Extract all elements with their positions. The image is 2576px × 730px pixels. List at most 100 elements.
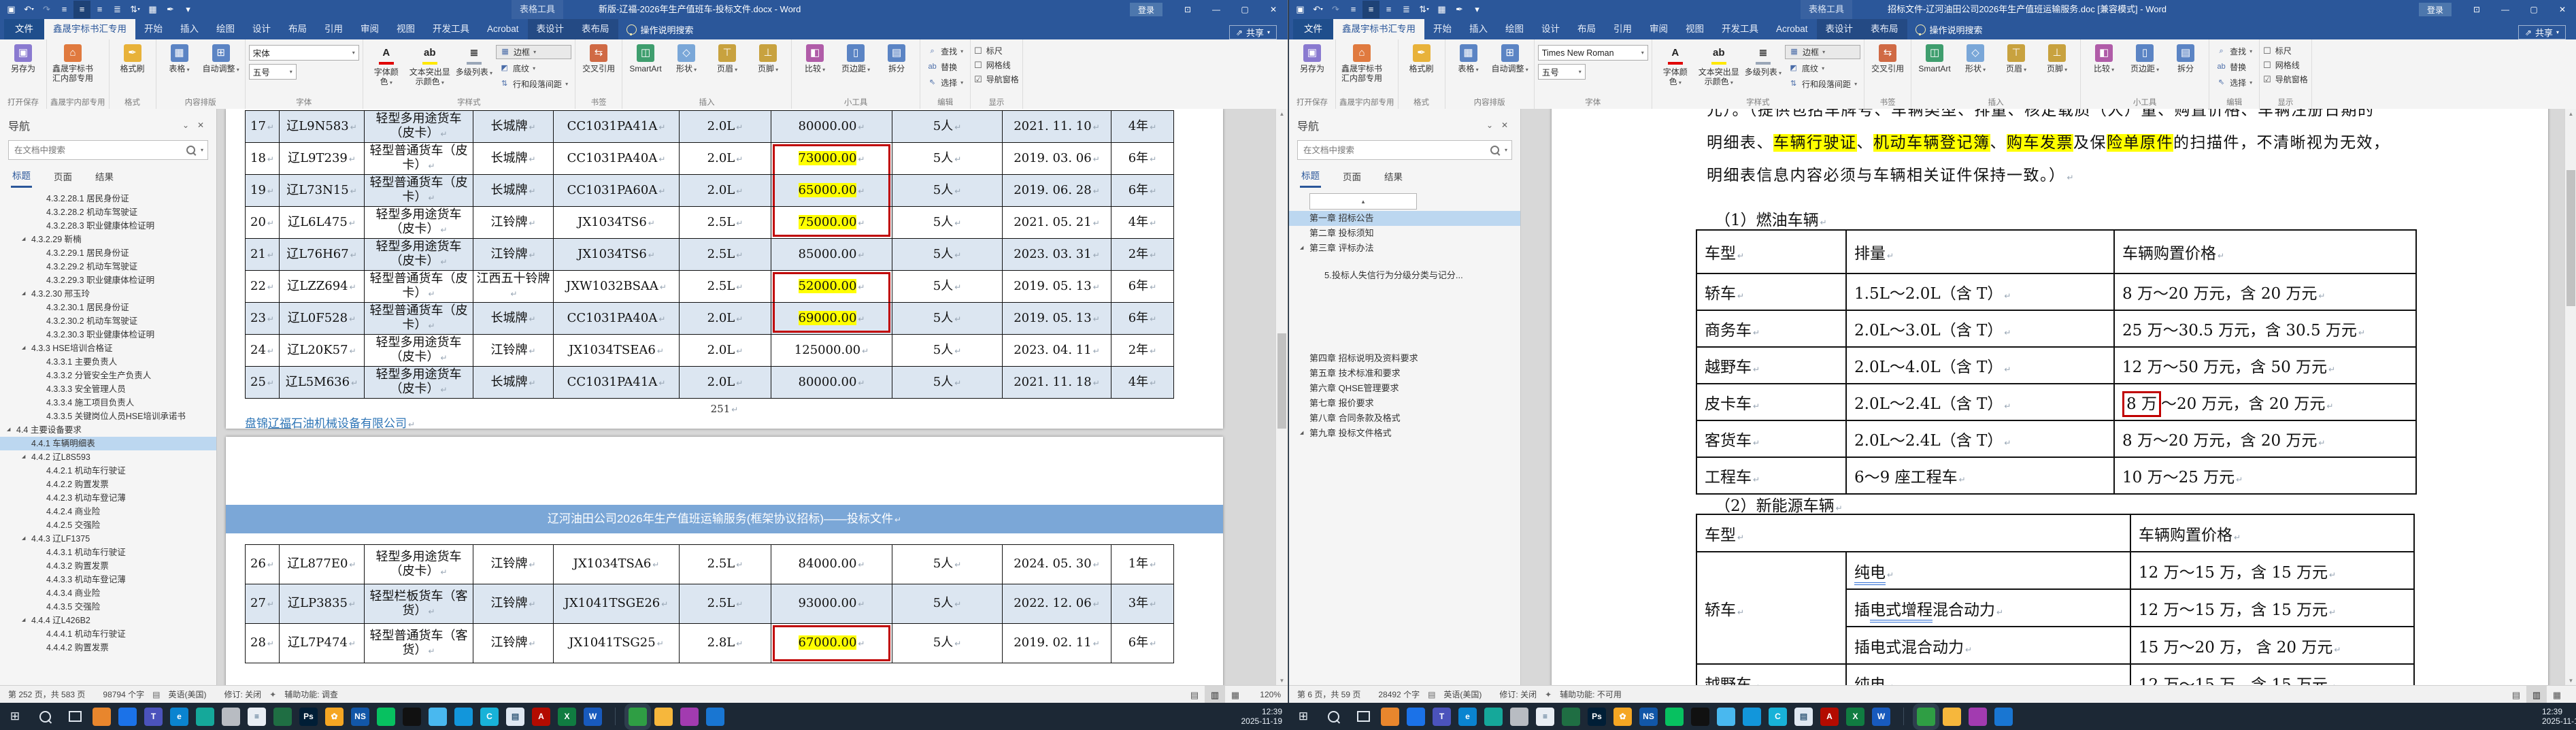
wechat-icon[interactable] <box>377 707 395 726</box>
ribbon-tab-insert[interactable]: 插入 <box>171 19 207 39</box>
app-blue-tile-icon[interactable] <box>1994 707 2013 726</box>
notepad-icon[interactable]: ≡ <box>248 707 266 726</box>
expand-triangle-icon[interactable]: ◢ <box>7 423 16 437</box>
app-orange-icon[interactable] <box>1381 707 1399 726</box>
nav-heading-item[interactable]: 4.4.2.2 购置发票 <box>0 478 216 491</box>
minimize-button[interactable]: — <box>2491 0 2520 19</box>
print-layout-button[interactable]: ▥ <box>1205 686 1225 703</box>
app-ns-icon[interactable]: NS <box>351 707 369 726</box>
expand-triangle-icon[interactable]: ◢ <box>22 450 31 464</box>
expand-triangle-icon[interactable]: ◢ <box>1300 241 1309 256</box>
vertical-scrollbar[interactable]: ▲ ▼ <box>2564 109 2576 686</box>
ribbon-split-button[interactable]: ▤ 拆分 <box>2166 41 2205 73</box>
language-indicator[interactable]: 英语(美国) <box>168 688 206 700</box>
ribbon-tab-developer[interactable]: 开发工具 <box>1713 19 1767 39</box>
nav-heading-item[interactable]: 4.4.4.1 机动车行驶证 <box>0 627 216 641</box>
qat-qat-more[interactable]: ▾ <box>1469 1 1486 18</box>
ribbon-tab-references[interactable]: 引用 <box>1605 19 1641 39</box>
qq-penguin-icon[interactable] <box>1691 707 1709 726</box>
qat-line-spacing[interactable]: ⇅▾ <box>1416 1 1433 18</box>
ribbon-xsy-internal-button[interactable]: ⌂ 鑫晟宇标书 汇内部专用 <box>50 41 95 83</box>
teams-icon[interactable]: T <box>144 707 163 726</box>
expand-triangle-icon[interactable]: ◢ <box>22 532 31 546</box>
qat-redo[interactable]: ↷ <box>38 1 55 18</box>
ribbon-line-paragraph-spacing-button[interactable]: ⇅ 行和段落间距 ▾ <box>496 78 571 90</box>
nav-heading-item[interactable]: 第四章 招标说明及资料要求 <box>1289 351 1520 366</box>
qq-chat-icon[interactable] <box>454 707 473 726</box>
ribbon-tab-draw[interactable]: 绘图 <box>1496 19 1533 39</box>
nav-heading-item[interactable]: 4.3.2.29.2 机动车驾驶证 <box>0 260 216 273</box>
edge-icon[interactable]: e <box>1458 707 1477 726</box>
nav-heading-item[interactable]: ◢ 4.3.3 HSE培训合格证 <box>0 342 216 355</box>
search-icon[interactable] <box>186 146 195 154</box>
ribbon-find-button[interactable]: ⌕ 查找 ▾ <box>2213 45 2256 58</box>
ribbon-tab-insert[interactable]: 插入 <box>1460 19 1496 39</box>
search-input[interactable] <box>13 144 186 156</box>
scroll-down-arrow[interactable]: ▼ <box>1276 676 1288 686</box>
task-view-button[interactable] <box>1348 703 1378 730</box>
ribbon-replace-button[interactable]: ab 替换 <box>924 61 967 73</box>
ribbon-line-paragraph-spacing-button[interactable]: ⇅ 行和段落间距 ▾ <box>1785 78 1860 90</box>
nav-heading-item[interactable]: 4.3.3.1 主要负责人 <box>0 355 216 369</box>
nav-heading-item[interactable]: 4.4.2.1 机动车行驶证 <box>0 464 216 478</box>
ribbon-autofit-button[interactable]: ⊞ 自动调整 ▾ <box>201 41 241 75</box>
ribbon-ruler-checkbox[interactable]: ☐ 标尺 <box>2263 45 2308 56</box>
winrar-icon[interactable] <box>680 707 699 726</box>
minimize-button[interactable]: — <box>1202 0 1231 19</box>
font-size-combobox[interactable]: 五号 ▾ <box>1537 64 1586 80</box>
qq-penguin-icon[interactable] <box>403 707 421 726</box>
nav-heading-item[interactable]: ◢ 4.4.3 辽LF1375 <box>0 532 216 546</box>
nav-heading-item[interactable]: 4.4.2.3 机动车登记薄 <box>0 491 216 505</box>
ribbon-table-button[interactable]: ▦ 表格 ▾ <box>1449 41 1488 75</box>
nav-tab-pages[interactable]: 页面 <box>52 168 73 188</box>
zoom-level[interactable]: 120% <box>2567 690 2576 699</box>
ribbon-tab-file[interactable]: 文件 <box>1293 19 1333 39</box>
evernote-icon[interactable] <box>1562 707 1580 726</box>
nav-heading-item[interactable]: 4.3.2.30.2 机动车驾驶证 <box>0 314 216 328</box>
ribbon-margins-button[interactable]: ▯ 页边距 ▾ <box>836 41 875 75</box>
ribbon-tab-view[interactable]: 视图 <box>1677 19 1713 39</box>
ribbon-smartart-button[interactable]: ◫ SmartArt <box>626 41 665 73</box>
docs-icon[interactable]: ▤ <box>506 707 524 726</box>
ribbon-gridlines-checkbox[interactable]: ☐ 网格线 <box>974 59 1019 71</box>
ribbon-display-options-button[interactable]: ⊡ <box>2462 0 2491 19</box>
restore-button[interactable]: ▢ <box>1231 0 1259 19</box>
photoshop-icon[interactable]: Ps <box>1588 707 1606 726</box>
start-button[interactable]: ⊞ <box>1288 703 1318 730</box>
ribbon-smartart-button[interactable]: ◫ SmartArt <box>1915 41 1954 73</box>
excel-icon[interactable]: X <box>558 707 576 726</box>
ribbon-compare-button[interactable]: ◧ 比较 ▾ <box>2084 41 2124 75</box>
ribbon-page-header-button[interactable]: ⊤ 页眉 ▾ <box>707 41 747 75</box>
quark-icon[interactable]: C <box>1769 707 1787 726</box>
font-name-combobox[interactable]: 宋体 ▾ <box>248 45 359 61</box>
nav-heading-item[interactable]: 4.4.3.1 机动车行驶证 <box>0 546 216 559</box>
app-blue-tile-icon[interactable] <box>706 707 724 726</box>
web-layout-button[interactable]: ▦ <box>1225 686 1245 703</box>
task-view-button[interactable] <box>60 703 90 730</box>
app-ns-icon[interactable]: NS <box>1639 707 1658 726</box>
app-swirl-icon[interactable] <box>196 707 214 726</box>
company-link[interactable]: 盘锦辽福石油机械设备有限公司 ↵ <box>245 414 415 431</box>
ribbon-font-color-button[interactable]: A 字体颜色 ▾ <box>1656 41 1695 88</box>
sign-in-button[interactable]: 登录 <box>2418 3 2452 16</box>
nav-heading-item[interactable]: 4.3.2.30.1 居民身份证 <box>0 301 216 314</box>
qat-save[interactable]: ▣ <box>1292 1 1309 18</box>
track-changes-indicator[interactable]: 修订: 关闭 <box>1499 688 1537 700</box>
ribbon-tab-design[interactable]: 设计 <box>1533 19 1569 39</box>
nav-heading-item[interactable]: ◢ 4.4 主要设备要求 <box>0 423 216 437</box>
ribbon-gridlines-checkbox[interactable]: ☐ 网格线 <box>2263 59 2308 71</box>
ribbon-tab-acrobat[interactable]: Acrobat <box>1767 19 1817 39</box>
font-size-combobox[interactable]: 五号 ▾ <box>248 64 297 80</box>
scrollbar-thumb[interactable] <box>2566 170 2575 306</box>
expand-triangle-icon[interactable]: ◢ <box>22 233 31 246</box>
web-layout-button[interactable]: ▦ <box>2547 686 2567 703</box>
nav-heading-item[interactable]: 第七章 报价要求 <box>1289 396 1520 411</box>
accessibility-status[interactable]: 辅助功能: 不可用 <box>1560 688 1622 700</box>
ribbon-tab-table-design[interactable]: 表设计 <box>1816 19 1862 39</box>
sunflower-remote-icon[interactable]: ✿ <box>325 707 344 726</box>
vertical-scrollbar[interactable]: ▲ ▼ <box>1275 109 1288 686</box>
ribbon-borders-button[interactable]: ▦ 边框 ▾ <box>496 45 572 59</box>
ribbon-page-header-button[interactable]: ⊤ 页眉 ▾ <box>1996 41 2036 75</box>
acrobat-icon[interactable]: A <box>532 707 550 726</box>
expand-triangle-icon[interactable]: ◢ <box>1300 426 1309 441</box>
